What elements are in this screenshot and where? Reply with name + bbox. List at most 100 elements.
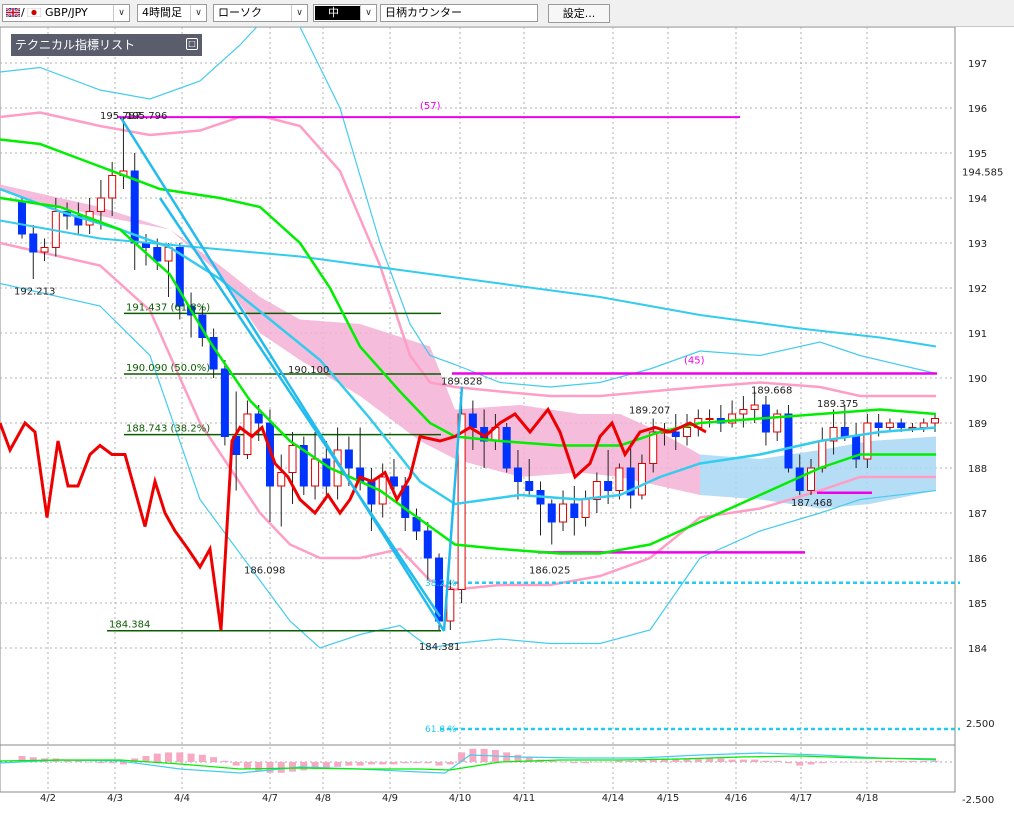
price-tick-label: 184	[968, 644, 987, 655]
oscillator-histogram-bar	[728, 759, 736, 762]
oscillator-histogram-bar	[266, 762, 274, 773]
oscillator-histogram-bar	[908, 760, 916, 762]
candle-up	[739, 409, 748, 415]
oscillator-histogram-bar	[210, 757, 218, 762]
oscillator-histogram-bar	[356, 762, 364, 766]
counter-field[interactable]: 日柄カウンター	[380, 4, 538, 22]
oscillator-histogram-bar	[807, 762, 815, 765]
candle-down	[220, 368, 229, 437]
candle-up	[649, 431, 658, 464]
candle-up	[311, 458, 320, 487]
candle-up	[615, 467, 624, 491]
oscillator-histogram-bar	[739, 759, 747, 762]
price-annotation: 192.213	[14, 286, 55, 297]
price-tick-label: 191	[968, 329, 987, 340]
price-annotation: 190.100	[288, 365, 329, 376]
oscillator-histogram-bar	[322, 762, 330, 768]
oscillator-histogram-bar	[97, 762, 105, 764]
oscillator-histogram-bar	[334, 762, 342, 767]
fib-level-label: 188.743 (38.2%)	[126, 424, 210, 435]
chevron-down-icon[interactable]: ∨	[291, 5, 307, 21]
oscillator-histogram-bar	[345, 762, 353, 766]
candle-down	[513, 467, 522, 482]
indicator-list-panel[interactable]: テクニカル指標リスト □	[11, 34, 202, 56]
oscillator-histogram-bar	[108, 762, 116, 764]
candle-down	[874, 422, 883, 428]
moving-average-fast	[0, 138, 937, 447]
candle-down	[423, 530, 432, 559]
oscillator-histogram-bar	[920, 760, 928, 762]
oscillator-histogram-bar	[852, 762, 860, 763]
chevron-down-icon[interactable]: ∨	[360, 5, 376, 21]
candle-up	[705, 418, 714, 420]
chevron-down-icon[interactable]: ∨	[113, 5, 129, 21]
flag-separator: /	[21, 6, 25, 19]
price-tick-label: 185	[968, 599, 987, 610]
candle-up	[683, 427, 692, 437]
oscillator-histogram-bar	[424, 762, 432, 764]
settings-button[interactable]: 設定...	[548, 4, 610, 23]
date-tick-label: 4/16	[725, 793, 747, 804]
price-annotation: 189.375	[817, 399, 858, 410]
candle-up	[931, 418, 939, 424]
gbp-flag-icon	[6, 8, 20, 17]
oscillator-histogram-bar	[367, 762, 375, 765]
oscillator-histogram-bar	[818, 762, 826, 764]
date-tick-label: 4/14	[602, 793, 624, 804]
price-tick-label: 186	[968, 554, 987, 565]
price-annotation: 195.796	[126, 111, 167, 122]
oscillator-histogram-bar	[187, 753, 195, 762]
candle-down	[18, 202, 26, 235]
oscillator-histogram-bar	[221, 760, 229, 762]
oscillator-histogram-bar	[773, 760, 781, 762]
line-width-label: 中	[328, 6, 339, 19]
candle-up	[885, 422, 894, 428]
oscillator-histogram-bar	[582, 762, 590, 764]
candle-up	[919, 422, 928, 428]
oscillator-histogram-bar	[435, 762, 443, 766]
candle-down	[502, 427, 511, 469]
price-tick-label: 197	[968, 59, 987, 70]
date-tick-label: 4/9	[382, 793, 398, 804]
date-tick-label: 4/17	[790, 793, 812, 804]
counter-label: 日柄カウンター	[385, 6, 462, 19]
oscillator-histogram-bar	[548, 760, 556, 762]
fib-level-label: 184.384	[109, 620, 150, 631]
price-tick-label: 194	[968, 194, 987, 205]
oscillator-histogram-bar	[897, 760, 905, 762]
oscillator-histogram-bar	[86, 762, 94, 763]
oscillator-histogram-bar	[717, 758, 725, 762]
date-tick-label: 4/8	[315, 793, 331, 804]
price-tick-label: 190	[968, 374, 987, 385]
price-annotation: 189.668	[751, 385, 792, 396]
price-tick-label: 187	[968, 509, 987, 520]
bollinger-inner-upper	[0, 111, 936, 398]
oscillator-histogram-bar	[74, 760, 82, 762]
price-annotation: 189.828	[441, 376, 482, 387]
oscillator-histogram-bar	[863, 762, 871, 763]
toolbar: / GBP/JPY ∨ 4時間足 ∨ ローソク ∨ 中 ∨ 日柄カウンター 設定…	[0, 0, 1014, 27]
date-tick-label: 4/7	[262, 793, 278, 804]
line-width-select[interactable]: 中 ∨	[313, 4, 377, 22]
oscillator-histogram-bar	[401, 762, 409, 764]
candle-down	[29, 233, 38, 253]
fib-level-label: 190.090 (50.0%)	[126, 363, 210, 374]
oscillator-histogram-bar	[751, 759, 759, 762]
indicator-list-label: テクニカル指標リスト	[15, 38, 136, 52]
collapse-icon[interactable]: □	[186, 38, 198, 50]
oscillator-histogram-bar	[559, 762, 567, 763]
price-chart[interactable]: 191.437 (61.8%) 190.090 (50.0%) 188.743 (3…	[0, 27, 1014, 819]
candle-up	[40, 247, 49, 253]
symbol-select[interactable]: / GBP/JPY ∨	[2, 4, 130, 22]
price-annotation: 184.381	[419, 642, 460, 653]
oscillator-histogram-bar	[300, 762, 308, 771]
oscillator-histogram-bar	[706, 758, 714, 762]
date-tick-label: 4/15	[657, 793, 679, 804]
price-tick-label: 196	[968, 104, 987, 115]
date-tick-label: 4/11	[513, 793, 535, 804]
chart-style-select[interactable]: ローソク ∨	[213, 4, 308, 22]
oscillator-histogram-bar	[289, 762, 297, 772]
chevron-down-icon[interactable]: ∨	[190, 5, 206, 21]
timeframe-select[interactable]: 4時間足 ∨	[137, 4, 207, 22]
marker-label-57: (57)	[420, 101, 441, 112]
